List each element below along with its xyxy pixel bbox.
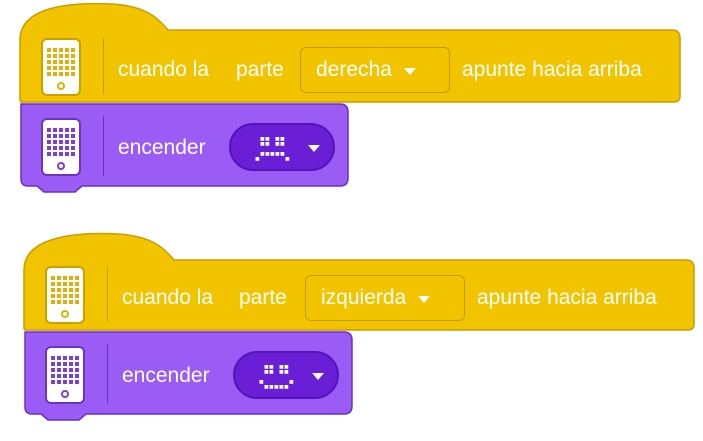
matrix-pixel [264,370,269,374]
label-parte: parte [239,286,287,309]
hub-button-icon [61,310,69,318]
hub-icon [45,346,85,404]
event-block-2-shape[interactable] [0,0,703,441]
matrix-pixel [284,385,289,389]
matrix-pixel [269,385,274,389]
caret-down-icon [312,373,324,380]
hub-matrix-icon [51,356,79,384]
light-matrix-image [259,365,294,389]
matrix-pixel [264,365,269,369]
matrix-pixel [284,365,289,369]
matrix-pixel [259,380,264,384]
matrix-pixel [289,380,294,384]
matrix-pixel [279,370,284,374]
matrix-pixel [269,370,274,374]
label-apunte-hacia-arriba: apunte hacia arriba [477,286,657,309]
matrix-pixel [279,365,284,369]
matrix-pixel [269,365,274,369]
matrix-pixel [279,385,284,389]
matrix-pixel [264,385,269,389]
label-encender: encender [122,364,210,387]
hub-icon [45,266,85,324]
hub-button-icon [61,390,69,398]
light-image-picker[interactable] [233,351,339,399]
matrix-pixel [284,370,289,374]
hub-matrix-icon [51,276,79,304]
divider [107,266,108,322]
direction-value: izquierda [321,286,407,309]
label-cuando-la: cuando la [122,286,214,309]
direction-dropdown[interactable]: izquierda [305,275,465,321]
matrix-pixel [274,385,279,389]
divider [107,344,108,404]
caret-down-icon [418,295,431,303]
